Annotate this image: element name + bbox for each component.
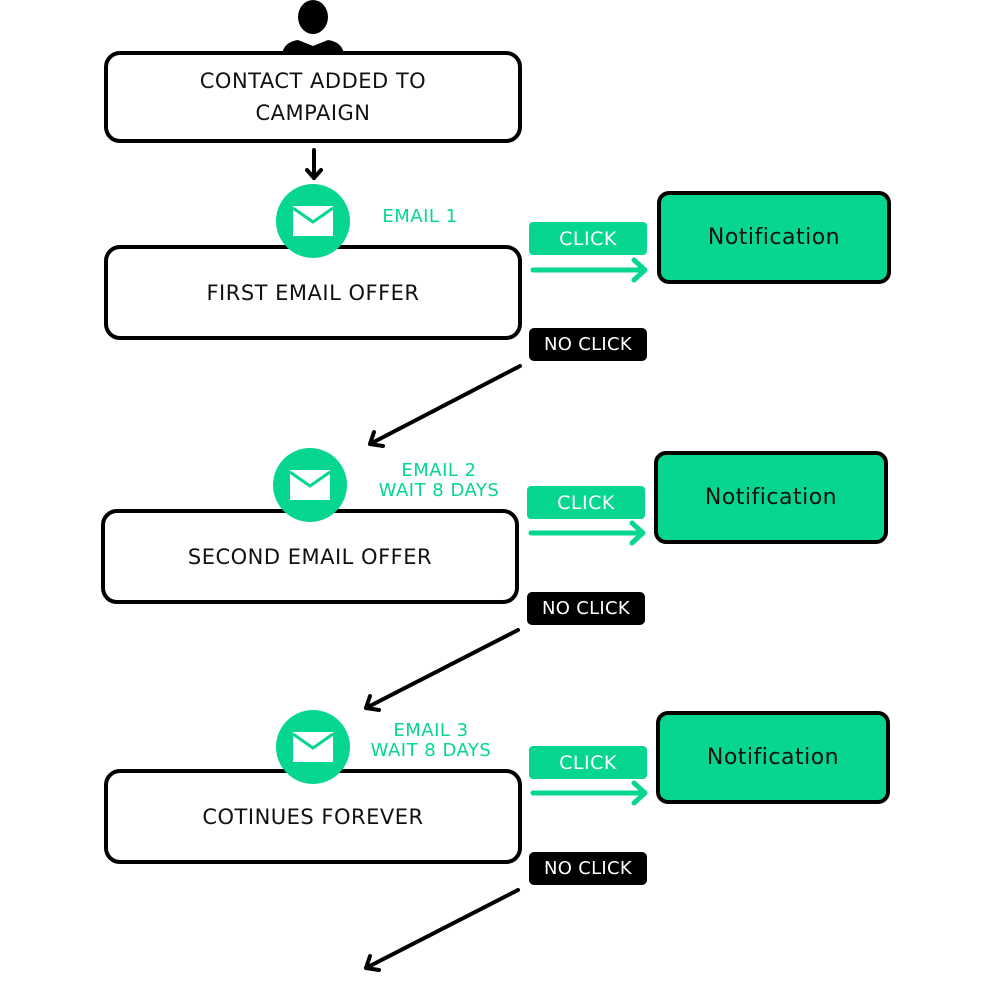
step2-notification: Notification (654, 451, 888, 544)
step1-box-label: FIRST EMAIL OFFER (206, 280, 420, 305)
arrow-no-click-3 (364, 888, 520, 970)
envelope-icon (293, 206, 333, 236)
step1-notification-label: Notification (707, 225, 841, 250)
step1-email-label: EMAIL 1 (360, 207, 480, 227)
step2-no-click-label: NO CLICK (527, 592, 645, 625)
step1-email-badge (276, 184, 350, 258)
step1-click-label: CLICK (529, 222, 647, 255)
step2-box-label: SECOND EMAIL OFFER (187, 544, 433, 569)
step3-email-label-line1: EMAIL 3 (393, 720, 469, 741)
arrow-no-click-1 (368, 364, 522, 446)
step1-notification: Notification (657, 191, 891, 284)
step1-email-label-line1: EMAIL 1 (382, 206, 458, 227)
step2-email-label-line1: EMAIL 2 (401, 460, 477, 481)
envelope-icon (290, 470, 330, 500)
step3-no-click-label: NO CLICK (529, 852, 647, 885)
arrow-no-click-2 (364, 628, 520, 710)
step1-no-click-label: NO CLICK (529, 328, 647, 361)
envelope-icon (293, 732, 333, 762)
step3-email-label-line2: WAIT 8 DAYS (370, 740, 492, 761)
step3-box-label: COTINUES FOREVER (202, 804, 424, 829)
step1-box: FIRST EMAIL OFFER (104, 245, 522, 340)
step2-email-label-line2: WAIT 8 DAYS (378, 480, 500, 501)
step2-email-badge (273, 448, 347, 522)
step3-click-label: CLICK (529, 746, 647, 779)
step3-email-badge (276, 710, 350, 784)
step2-click-label: CLICK (527, 486, 645, 519)
step2-box: SECOND EMAIL OFFER (101, 509, 519, 604)
step3-notification: Notification (656, 711, 890, 804)
step3-notification-label: Notification (706, 745, 840, 770)
step3-email-label: EMAIL 3 WAIT 8 DAYS (352, 721, 510, 761)
step2-notification-label: Notification (704, 485, 838, 510)
step2-email-label: EMAIL 2 WAIT 8 DAYS (360, 461, 518, 501)
